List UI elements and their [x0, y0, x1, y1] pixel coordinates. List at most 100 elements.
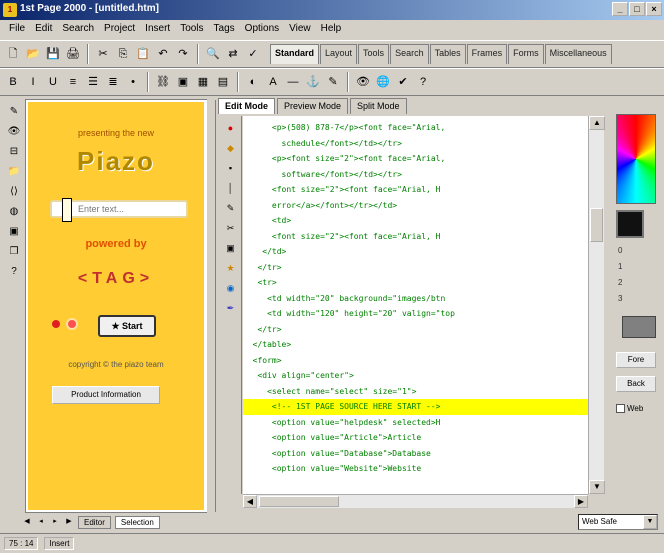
gutter-pen-icon[interactable]: ✒ — [225, 302, 237, 314]
menu-search[interactable]: Search — [57, 20, 99, 38]
gutter-copy-icon[interactable]: ▣ — [225, 242, 237, 254]
link-icon[interactable]: ⛓ — [154, 73, 172, 91]
close-button[interactable]: × — [646, 2, 662, 16]
web-checkbox[interactable]: Web — [616, 404, 643, 414]
paste-icon[interactable]: 📋 — [134, 45, 152, 63]
menu-options[interactable]: Options — [240, 20, 284, 38]
bold-icon[interactable]: B — [4, 73, 22, 91]
preview-start-button[interactable]: ★ Start — [98, 315, 156, 337]
preview-icon[interactable]: 👁 — [354, 73, 372, 91]
align-left-icon[interactable]: ≡ — [64, 73, 82, 91]
colors-icon[interactable]: ◍ — [7, 204, 21, 218]
prev-page-icon[interactable]: ◂ — [36, 517, 46, 527]
font-icon[interactable]: A — [264, 73, 282, 91]
form-icon[interactable]: ▤ — [214, 73, 232, 91]
table-icon[interactable]: ▦ — [194, 73, 212, 91]
gutter-cut-icon[interactable]: ✂ — [225, 222, 237, 234]
bookmark-icon[interactable]: ● — [225, 122, 237, 134]
browser-icon[interactable]: 🌐 — [374, 73, 392, 91]
fore-button[interactable]: Fore — [616, 352, 656, 368]
color-picker-icon[interactable]: ◆ — [225, 142, 237, 154]
tags-icon[interactable]: ⟨⟩ — [7, 184, 21, 198]
menu-view[interactable]: View — [284, 20, 316, 38]
horizontal-scrollbar[interactable]: ◀ ▶ — [243, 494, 588, 508]
tab-preview-mode[interactable]: Preview Mode — [277, 98, 349, 114]
menu-project[interactable]: Project — [99, 20, 140, 38]
next-page-icon[interactable]: ▸ — [50, 517, 60, 527]
first-page-icon[interactable]: ◀ — [22, 517, 32, 527]
horizontal-scroll-thumb[interactable] — [259, 496, 339, 507]
pane-splitter[interactable] — [206, 100, 216, 512]
code-editor[interactable]: <p>(508) 878-7</p><font face="Arial, sch… — [243, 116, 588, 494]
anchor-icon[interactable]: ⚓ — [304, 73, 322, 91]
comment-icon[interactable]: ✎ — [324, 73, 342, 91]
underline-icon[interactable]: U — [44, 73, 62, 91]
maximize-button[interactable]: □ — [629, 2, 645, 16]
validate-icon[interactable]: ✔ — [394, 73, 412, 91]
menu-edit[interactable]: Edit — [30, 20, 57, 38]
menu-help[interactable]: Help — [316, 20, 347, 38]
tab-miscellaneous[interactable]: Miscellaneous — [544, 44, 612, 64]
color-icon[interactable]: ◐ — [244, 73, 262, 91]
tab-selection[interactable]: Selection — [114, 515, 160, 529]
snippets-icon[interactable]: ❐ — [7, 244, 21, 258]
gutter-line-icon[interactable]: │ — [225, 182, 237, 194]
tab-tools[interactable]: Tools — [358, 44, 390, 64]
replace-icon[interactable]: ⇄ — [224, 45, 242, 63]
tab-search[interactable]: Search — [390, 44, 429, 64]
scroll-up-icon[interactable]: ▲ — [589, 116, 605, 130]
menu-tools[interactable]: Tools — [175, 20, 208, 38]
tab-frames[interactable]: Frames — [466, 44, 508, 64]
tab-editor[interactable]: Editor — [78, 515, 111, 529]
gutter-edit-icon[interactable]: ✎ — [225, 202, 237, 214]
scroll-left-icon[interactable]: ◀ — [243, 495, 257, 508]
last-page-icon[interactable]: ▶ — [64, 517, 74, 527]
menu-tags[interactable]: Tags — [209, 20, 240, 38]
undo-icon[interactable]: ↶ — [154, 45, 172, 63]
gutter-star-icon[interactable]: ★ — [225, 262, 237, 274]
gutter-tag-icon[interactable]: ▪ — [225, 162, 237, 174]
split-view-icon[interactable]: ⊟ — [7, 144, 21, 158]
help-side-icon[interactable]: ? — [7, 264, 21, 278]
product-info-button[interactable]: Product Information — [52, 386, 160, 404]
editor-view-icon[interactable]: ✎ — [7, 104, 21, 118]
new-file-icon[interactable]: 🗋 — [4, 45, 22, 63]
vertical-scrollbar[interactable]: ▲ ▼ — [588, 116, 605, 494]
vertical-scroll-thumb[interactable] — [590, 208, 603, 242]
align-right-icon[interactable]: ≣ — [104, 73, 122, 91]
chevron-down-icon[interactable]: ▼ — [643, 515, 657, 529]
gutter-globe-icon[interactable]: ◉ — [225, 282, 237, 294]
files-icon[interactable]: 📁 — [7, 164, 21, 178]
tab-layout[interactable]: Layout — [320, 44, 358, 64]
tab-standard[interactable]: Standard — [270, 44, 320, 64]
background-swatch[interactable] — [622, 316, 656, 338]
spellcheck-icon[interactable]: ✓ — [244, 45, 262, 63]
back-button[interactable]: Back — [616, 376, 656, 392]
palette-dropdown[interactable]: Web Safe ▼ — [578, 514, 658, 530]
menu-file[interactable]: File — [4, 20, 30, 38]
tab-split-mode[interactable]: Split Mode — [350, 98, 407, 114]
image-icon[interactable]: ▣ — [174, 73, 192, 91]
list-icon[interactable]: • — [124, 73, 142, 91]
scroll-right-icon[interactable]: ▶ — [574, 495, 588, 508]
tab-tables[interactable]: Tables — [429, 44, 466, 64]
preview-view-icon[interactable]: 👁 — [7, 124, 21, 138]
italic-icon[interactable]: I — [24, 73, 42, 91]
print-icon[interactable]: 🖨 — [64, 45, 82, 63]
redo-icon[interactable]: ↷ — [174, 45, 192, 63]
images-icon[interactable]: ▣ — [7, 224, 21, 238]
help-icon[interactable]: ? — [414, 73, 432, 91]
hr-icon[interactable]: — — [284, 73, 302, 91]
preview-search-input[interactable]: Enter text... — [50, 198, 188, 222]
foreground-swatch[interactable] — [616, 210, 644, 238]
color-palette[interactable] — [616, 114, 656, 204]
tab-edit-mode[interactable]: Edit Mode — [218, 98, 275, 114]
save-icon[interactable]: 💾 — [44, 45, 62, 63]
tab-forms[interactable]: Forms — [508, 44, 544, 64]
open-icon[interactable]: 📂 — [24, 45, 42, 63]
align-center-icon[interactable]: ☰ — [84, 73, 102, 91]
scroll-down-icon[interactable]: ▼ — [589, 480, 605, 494]
menu-insert[interactable]: Insert — [140, 20, 175, 38]
copy-icon[interactable]: ⎘ — [114, 45, 132, 63]
cut-icon[interactable]: ✂ — [94, 45, 112, 63]
